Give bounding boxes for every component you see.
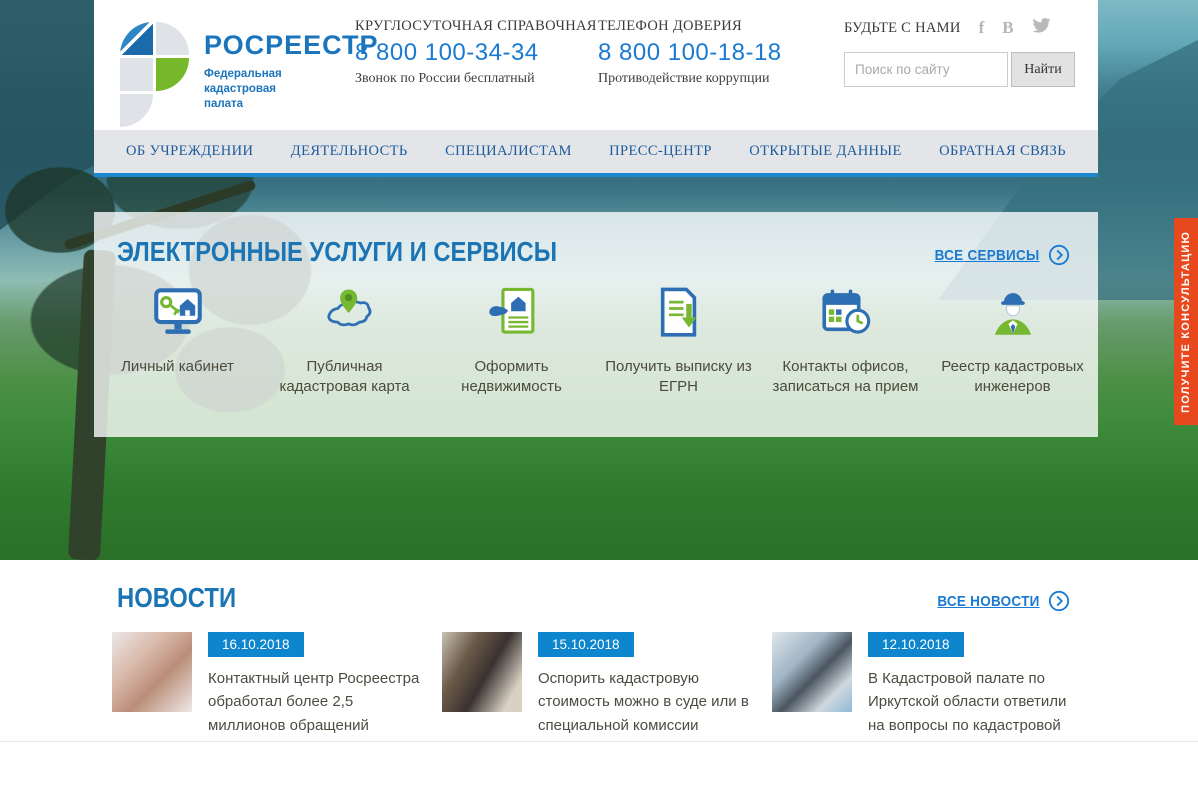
hotline-block: КРУГЛОСУТОЧНАЯ СПРАВОЧНАЯ 8 800 100-34-3… [355,18,597,87]
news-item-title[interactable]: Контактный центр Росреестра обработал бо… [208,667,422,737]
vk-icon[interactable]: B [1002,18,1013,38]
nav-item-about[interactable]: ОБ УЧРЕЖДЕНИИ [126,143,253,160]
nav-item-feedback[interactable]: ОБРАТНАЯ СВЯЗЬ [939,143,1066,160]
news-date-badge: 16.10.2018 [208,632,304,657]
arrow-circle-icon [1048,590,1070,612]
news-date-badge: 15.10.2018 [538,632,634,657]
hotline-note: Звонок по России бесплатный [355,71,597,87]
nav-item-open-data[interactable]: ОТКРЫТЫЕ ДАННЫЕ [749,143,902,160]
twitter-icon[interactable] [1032,18,1051,38]
hotline-phone: 8 800 100-34-34 [355,39,597,67]
trustline-note: Противодействие коррупции [598,71,782,87]
calendar-clock-icon [817,284,875,342]
logo[interactable]: РОСРЕЕСТР Федеральная кадастровая палата [120,22,379,123]
service-cadastral-map[interactable]: Публичная кадастровая карта [261,284,428,398]
news-thumbnail[interactable] [112,632,192,712]
service-engineers-registry[interactable]: Реестр кадастровых инженеров [929,284,1096,398]
news-title: НОВОСТИ [117,582,236,614]
news-thumbnail[interactable] [442,632,522,712]
site-header: РОСРЕЕСТР Федеральная кадастровая палата… [94,0,1098,130]
facebook-icon[interactable]: f [979,18,985,38]
services-title: ЭЛЕКТРОННЫЕ УСЛУГИ И СЕРВИСЫ [117,236,557,268]
bottom-divider [0,741,1198,810]
social-label: БУДЬТЕ С НАМИ [844,20,961,37]
news-thumbnail[interactable] [772,632,852,712]
main-nav: ОБ УЧРЕЖДЕНИИ ДЕЯТЕЛЬНОСТЬ СПЕЦИАЛИСТАМ … [94,130,1098,177]
search-input[interactable] [844,52,1008,87]
nav-item-specialists[interactable]: СПЕЦИАЛИСТАМ [445,143,572,160]
document-download-icon [650,284,708,342]
russia-map-pin-icon [316,284,374,342]
search-button[interactable]: Найти [1011,52,1075,87]
trustline-label: ТЕЛЕФОН ДОВЕРИЯ [598,18,782,35]
site-search: Найти [844,52,1075,87]
all-news-link[interactable]: ВСЕ НОВОСТИ [926,590,1070,612]
service-office-contacts[interactable]: Контакты офисов, записаться на прием [762,284,929,398]
logo-title: РОСРЕЕСТР [204,30,379,61]
rosreestr-logo-icon [120,22,190,123]
all-services-link[interactable]: ВСЕ СЕРВИСЫ [923,244,1070,266]
service-register-property[interactable]: Оформить недвижимость [428,284,595,398]
services-panel: ЭЛЕКТРОННЫЕ УСЛУГИ И СЕРВИСЫ ВСЕ СЕРВИСЫ [94,212,1098,437]
arrow-circle-icon [1048,244,1070,266]
news-item-title[interactable]: Оспорить кадастровую стоимость можно в с… [538,667,752,737]
services-row: Личный кабинет Публичная кадастровая кар… [94,284,1098,398]
social-block: БУДЬТЕ С НАМИ f B [844,18,1051,38]
monitor-key-house-icon [149,284,207,342]
page: РОСРЕЕСТР Федеральная кадастровая палата… [0,0,1198,810]
consultation-tab[interactable]: ПОЛУЧИТЕ КОНСУЛЬТАЦИЮ [1174,218,1198,425]
nav-item-press[interactable]: ПРЕСС-ЦЕНТР [609,143,712,160]
engineer-icon [984,284,1042,342]
hotline-label: КРУГЛОСУТОЧНАЯ СПРАВОЧНАЯ [355,18,597,35]
nav-item-activity[interactable]: ДЕЯТЕЛЬНОСТЬ [291,143,408,160]
service-personal-cabinet[interactable]: Личный кабинет [94,284,261,398]
logo-subtitle: Федеральная кадастровая палата [204,67,379,112]
trustline-phone: 8 800 100-18-18 [598,39,782,67]
trustline-block: ТЕЛЕФОН ДОВЕРИЯ 8 800 100-18-18 Противод… [598,18,782,87]
news-date-badge: 12.10.2018 [868,632,964,657]
document-house-hand-icon [483,284,541,342]
service-egrn-extract[interactable]: Получить выписку из ЕГРН [595,284,762,398]
